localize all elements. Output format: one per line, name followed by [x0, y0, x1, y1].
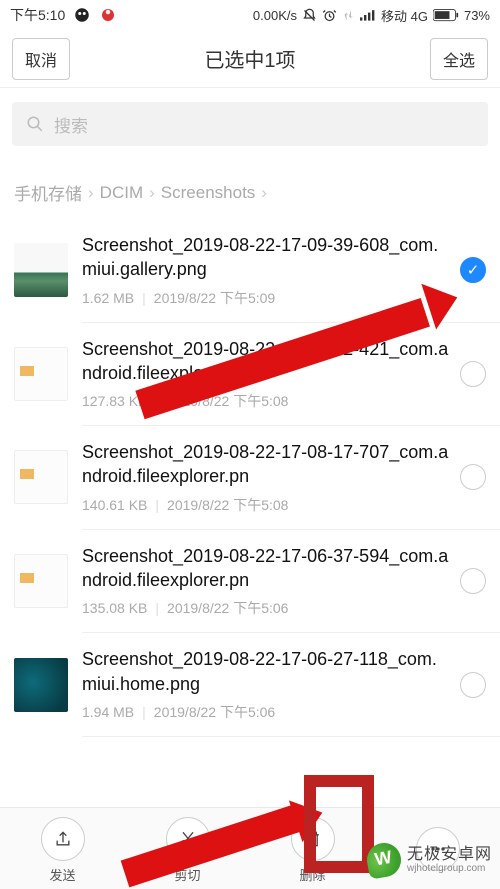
file-item[interactable]: Screenshot_2019-08-22-17-06-37-594_com.a… [0, 530, 500, 633]
file-name: Screenshot_2019-08-22-17-08-17-707_com.a… [82, 440, 450, 489]
file-meta: 1.94 MB|2019/8/22 下午5:06 [82, 702, 450, 722]
file-item[interactable]: Screenshot_2019-08-22-17-09-39-608_com.m… [0, 219, 500, 322]
more-icon [428, 839, 448, 859]
signal-icon [360, 9, 376, 21]
search-placeholder: 搜索 [54, 112, 88, 137]
select-all-button[interactable]: 全选 [430, 38, 488, 80]
data-arrows-icon [342, 9, 355, 22]
send-label: 发送 [49, 865, 75, 884]
file-thumbnail [14, 243, 68, 297]
crumb-storage[interactable]: 手机存储 [14, 180, 82, 205]
app-tray-icon [99, 6, 117, 24]
qq-icon [73, 6, 91, 24]
file-item[interactable]: Screenshot_2019-08-22-17-08-17-707_com.a… [0, 426, 500, 529]
chevron-right-icon: › [149, 183, 155, 203]
file-meta: 1.62 MB|2019/8/22 下午5:09 [82, 288, 450, 308]
mute-icon [302, 8, 317, 23]
chevron-right-icon: › [261, 183, 267, 203]
file-meta: 140.61 KB|2019/8/22 下午5:08 [82, 495, 450, 515]
crumb-dcim[interactable]: DCIM [100, 183, 143, 203]
chevron-right-icon: › [88, 183, 94, 203]
file-thumbnail [14, 658, 68, 712]
net-speed: 0.00K/s [253, 8, 297, 23]
file-meta: 135.08 KB|2019/8/22 下午5:06 [82, 598, 450, 618]
file-thumbnail [14, 554, 68, 608]
selection-header: 取消 已选中1项 全选 [0, 30, 500, 88]
file-name: Screenshot_2019-08-22-17-06-27-118_com.m… [82, 647, 450, 696]
file-checkbox[interactable]: ✓ [460, 361, 486, 387]
breadcrumb: 手机存储 › DCIM › Screenshots › [0, 152, 500, 219]
file-checkbox[interactable]: ✓ [460, 672, 486, 698]
file-checkbox[interactable]: ✓ [460, 464, 486, 490]
file-item[interactable]: Screenshot_2019-08-22-17-06-27-118_com.m… [0, 633, 500, 736]
status-bar: 下午5:10 0.00K/s 移动 4G 73% [0, 0, 500, 30]
file-name: Screenshot_2019-08-22-17-09-39-608_com.m… [82, 233, 450, 282]
more-button[interactable] [416, 827, 460, 875]
file-checkbox[interactable]: ✓ [460, 257, 486, 283]
crumb-screenshots[interactable]: Screenshots [161, 183, 256, 203]
file-thumbnail [14, 450, 68, 504]
file-thumbnail [14, 347, 68, 401]
file-checkbox[interactable]: ✓ [460, 568, 486, 594]
delete-label: 删除 [299, 865, 325, 884]
send-button[interactable]: 发送 [41, 817, 85, 884]
search-icon [26, 115, 44, 133]
file-name: Screenshot_2019-08-22-17-06-37-594_com.a… [82, 544, 450, 593]
send-icon [53, 829, 73, 849]
battery-icon [433, 9, 459, 22]
battery-percent: 73% [464, 8, 490, 23]
search-input[interactable]: 搜索 [12, 102, 488, 146]
carrier-label: 移动 4G [381, 6, 428, 25]
selection-title: 已选中1项 [70, 44, 430, 73]
cancel-button[interactable]: 取消 [12, 38, 70, 80]
status-time: 下午5:10 [10, 5, 65, 25]
alarm-icon [322, 8, 337, 23]
